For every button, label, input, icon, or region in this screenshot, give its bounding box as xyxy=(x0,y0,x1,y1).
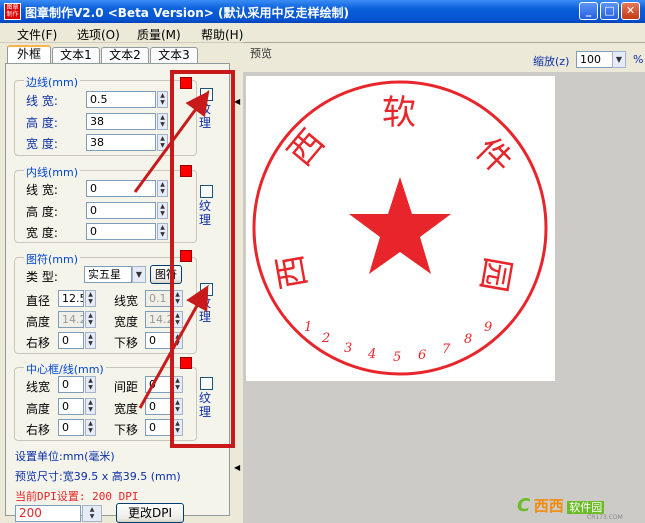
watermark-text: 软件园 xyxy=(567,501,605,514)
watermark-c-icon: C xyxy=(517,495,531,516)
annotation-arrows xyxy=(133,90,210,409)
watermark-domain: CR173.COM xyxy=(587,514,623,521)
annotation-arrow-2 xyxy=(138,285,209,409)
annotation-arrow-1 xyxy=(133,90,210,193)
watermark-brand: 西西 xyxy=(533,497,564,515)
watermark-logo: C 西西 软件园 CR173.COM xyxy=(517,495,641,521)
